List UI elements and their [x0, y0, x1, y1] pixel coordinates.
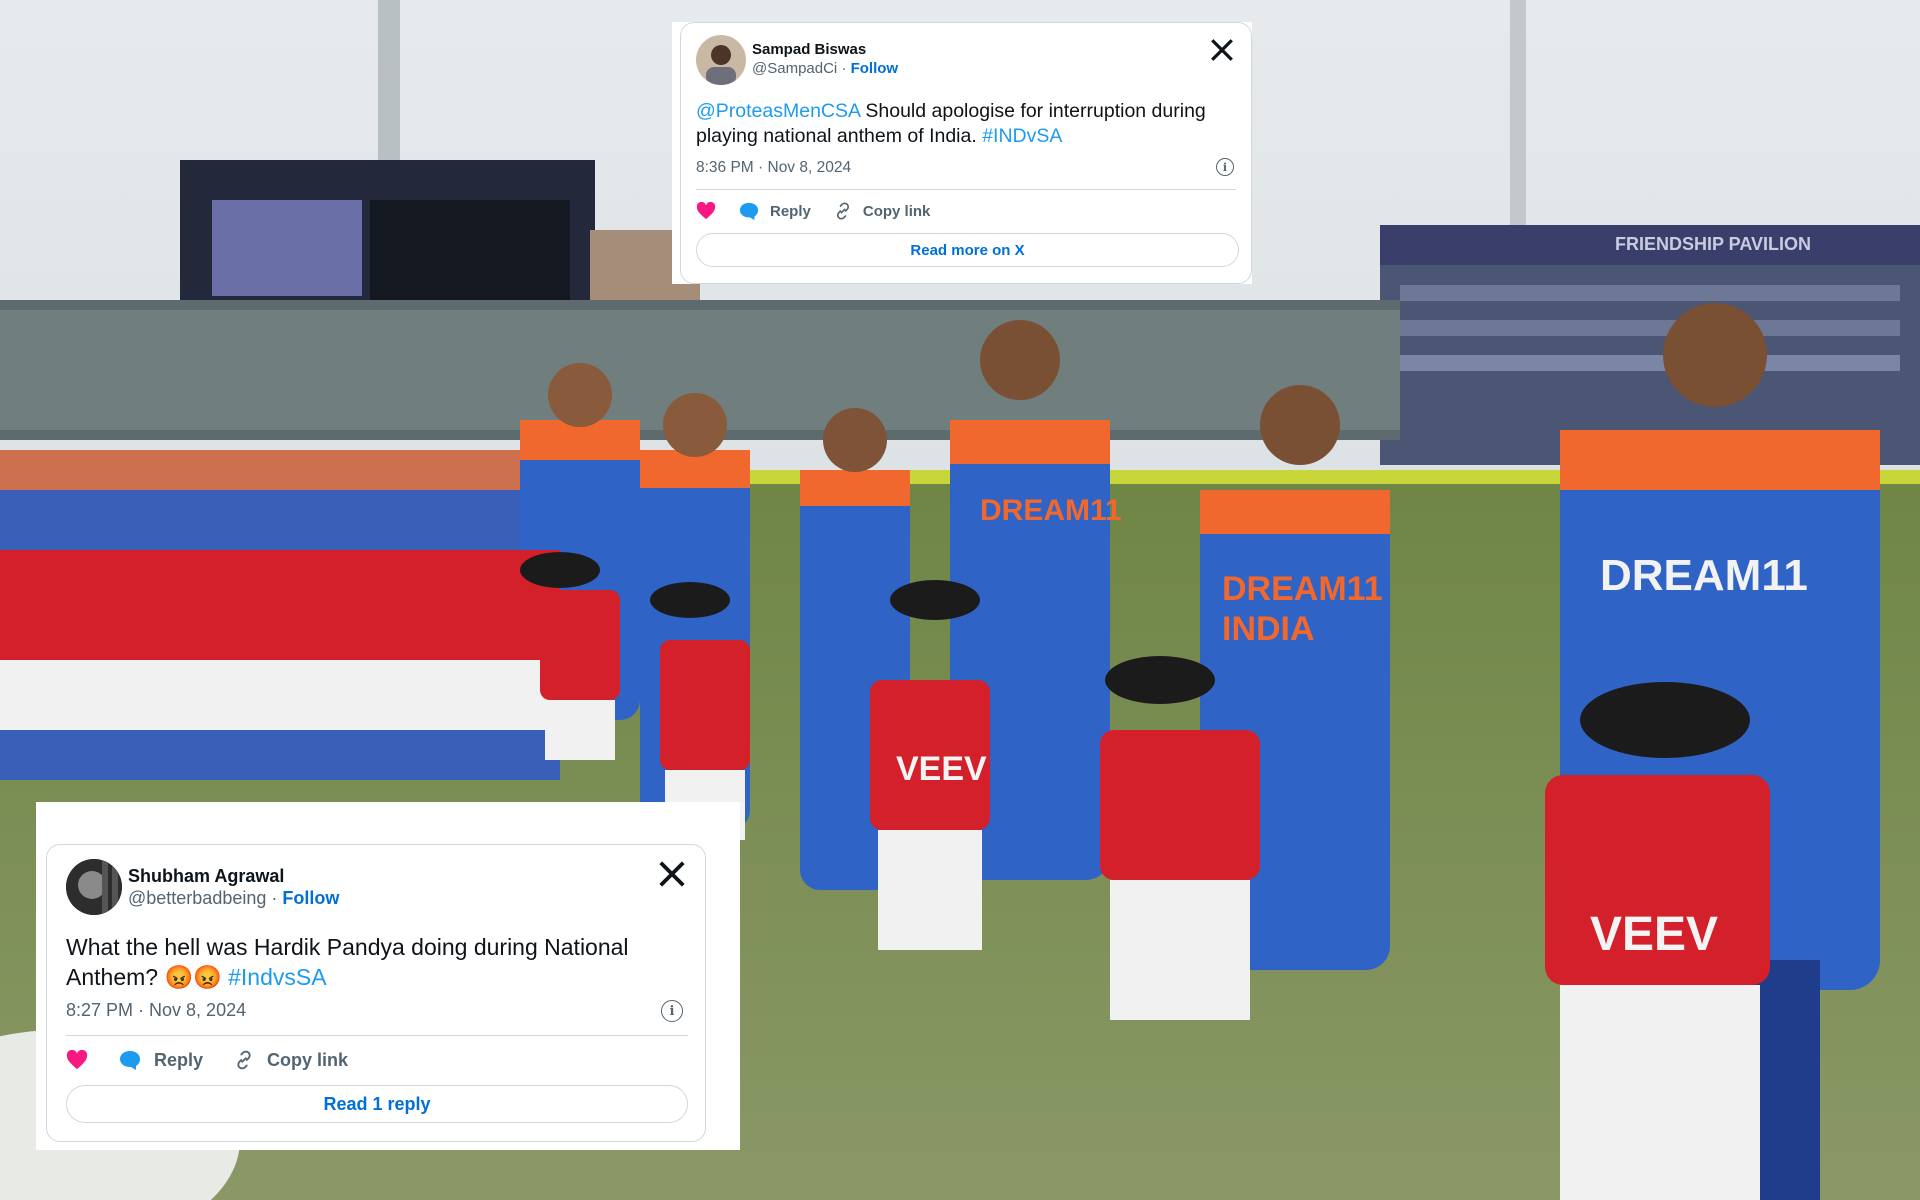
avatar-photo-icon [66, 859, 122, 915]
copy-link-action[interactable]: Copy link [833, 201, 931, 221]
jersey-text-1: DREAM11 [980, 494, 1122, 527]
kid-shirt-text-2: VEEV [1590, 908, 1718, 961]
hashtag-link[interactable]: #IndvsSA [228, 964, 326, 990]
tweet-header: Shubham Agrawal @betterbadbeing · Follow [66, 859, 339, 915]
divider [696, 189, 1236, 190]
tweet-card: Shubham Agrawal @betterbadbeing · Follow… [46, 844, 706, 1142]
heart-icon [66, 1050, 88, 1070]
tweet-timestamp[interactable]: 8:27 PM · Nov 8, 2024 [66, 1000, 246, 1021]
avatar[interactable] [696, 35, 746, 85]
jersey-text-4: DREAM11 [1600, 551, 1808, 600]
reply-action[interactable]: Reply [118, 1049, 203, 1071]
copy-link-label: Copy link [862, 202, 931, 220]
reply-bubble-icon [739, 202, 759, 221]
like-action[interactable] [66, 1050, 88, 1070]
tweet-text: @ProteasMenCSA Should apologise for inte… [696, 99, 1241, 150]
jersey-text-2: DREAM11 [1222, 570, 1383, 608]
bottom-tweet-embed: Shubham Agrawal @betterbadbeing · Follow… [36, 802, 740, 1150]
like-action[interactable] [696, 202, 716, 220]
read-more-button[interactable]: Read more on X [696, 233, 1239, 267]
info-icon[interactable]: i [661, 1000, 683, 1022]
author-name[interactable]: Shubham Agrawal [128, 865, 339, 888]
follow-link[interactable]: Follow [851, 60, 899, 77]
reply-label: Reply [770, 202, 811, 220]
author-name[interactable]: Sampad Biswas [752, 41, 898, 60]
reply-label: Reply [154, 1049, 204, 1070]
hashtag-link[interactable]: #INDvSA [982, 125, 1062, 147]
reply-bubble-icon [120, 1051, 140, 1070]
info-icon[interactable]: i [1216, 158, 1234, 176]
tweet-card: Sampad Biswas @SampadCi · Follow @Protea… [680, 22, 1252, 284]
link-icon [836, 202, 849, 220]
tweet-text-main: What the hell was Hardik Pandya doing du… [66, 934, 629, 990]
divider [66, 1035, 688, 1036]
kid-shirt-text-1: VEEV [896, 750, 987, 788]
tweet-actions: Reply Copy link [696, 201, 952, 221]
tweet-timestamp[interactable]: 8:36 PM · Nov 8, 2024 [696, 159, 851, 177]
read-reply-button[interactable]: Read 1 reply [66, 1085, 688, 1123]
avatar[interactable] [66, 859, 122, 915]
x-logo-icon[interactable] [657, 859, 687, 889]
copy-link-action[interactable]: Copy link [233, 1049, 348, 1071]
separator-dot: · [271, 888, 278, 908]
top-tweet-embed: Sampad Biswas @SampadCi · Follow @Protea… [672, 22, 1252, 284]
mention-link[interactable]: @ProteasMenCSA [696, 100, 860, 122]
heart-icon [696, 202, 716, 220]
tweet-header: Sampad Biswas @SampadCi · Follow [696, 35, 898, 85]
jersey-text-3: INDIA [1222, 610, 1315, 648]
separator-dot: · [841, 60, 847, 77]
copy-link-label: Copy link [267, 1049, 349, 1070]
link-icon [237, 1050, 251, 1070]
tweet-text: What the hell was Hardik Pandya doing du… [66, 933, 666, 993]
avatar-photo-icon [706, 45, 736, 85]
tweet-actions: Reply Copy link [66, 1049, 370, 1071]
author-handle[interactable]: @SampadCi [752, 60, 837, 77]
author-handle[interactable]: @betterbadbeing [128, 888, 266, 908]
reply-action[interactable]: Reply [738, 201, 811, 221]
x-logo-icon[interactable] [1209, 37, 1235, 63]
follow-link[interactable]: Follow [282, 888, 339, 908]
pavilion-sign: FRIENDSHIP PAVILION [1615, 234, 1811, 254]
